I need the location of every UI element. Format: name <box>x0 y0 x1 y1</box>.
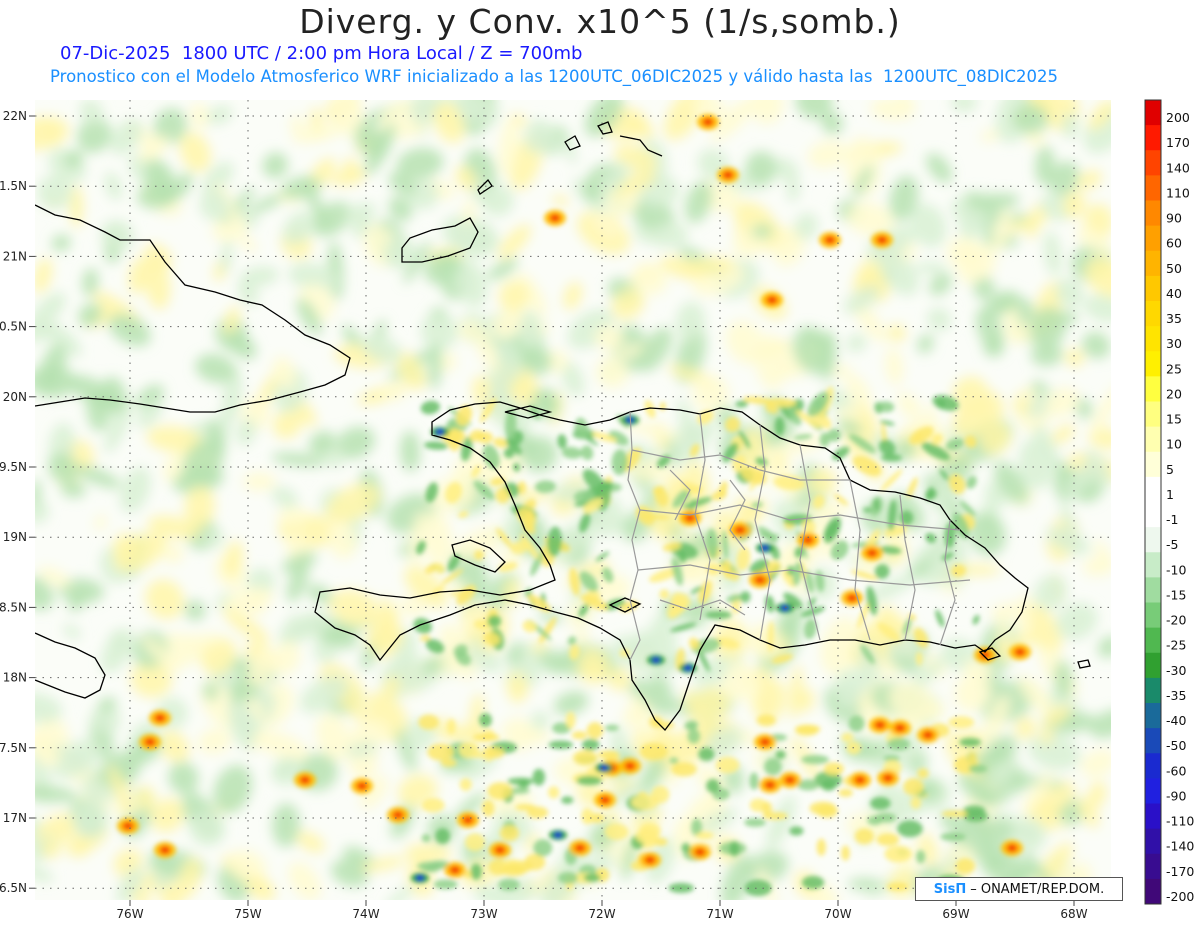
colorbar-swatch <box>1145 778 1161 804</box>
lat-label: 9.5N <box>0 460 27 474</box>
colorbar-swatch <box>1145 426 1161 453</box>
colorbar-swatch <box>1145 125 1161 151</box>
colorbar-label: 30 <box>1166 336 1182 351</box>
colorbar-swatch <box>1145 853 1161 880</box>
lat-label: 20N <box>3 390 27 404</box>
colorbar-label: -140 <box>1166 839 1194 854</box>
colorbar-label: -90 <box>1166 788 1186 803</box>
colorbar-label: -35 <box>1166 688 1186 703</box>
lon-label: 72W <box>588 907 615 921</box>
credit-box: SisΠ – ONAMET/REP.DOM. <box>915 877 1123 901</box>
lat-label: 22N <box>3 109 27 123</box>
colorbar-label: 140 <box>1166 160 1190 175</box>
colorbar-label: -1 <box>1166 512 1178 527</box>
colorbar-swatch <box>1145 275 1161 302</box>
colorbar-label: 35 <box>1166 311 1182 326</box>
colorbar-swatch <box>1145 150 1161 176</box>
sisp-logo: SisΠ <box>933 881 967 897</box>
colorbar-swatch <box>1145 326 1161 352</box>
colorbar-swatch <box>1145 476 1161 503</box>
lat-label: 1.5N <box>0 179 27 193</box>
lat-label: 8.5N <box>0 600 27 614</box>
colorbar-swatch <box>1145 376 1161 402</box>
lat-label: 19N <box>3 530 27 544</box>
colorbar-swatch <box>1145 803 1161 830</box>
colorbar-swatch <box>1145 100 1161 126</box>
lat-label: 17N <box>3 811 27 825</box>
colorbar-label: 50 <box>1166 261 1182 276</box>
divergence-map: 22N 1.5N 21N 0.5N 20N 9.5N 19N 8.5N 18N 7.5N 17N 6.… <box>0 99 1194 921</box>
colorbar-label: 200 <box>1166 110 1190 125</box>
colorbar-label: -20 <box>1166 613 1186 628</box>
lon-label: 73W <box>470 907 497 921</box>
colorbar-swatch <box>1145 627 1161 654</box>
colorbar-label: -30 <box>1166 663 1186 678</box>
colorbar-label: 5 <box>1166 462 1174 477</box>
colorbar-label: 110 <box>1166 185 1190 200</box>
colorbar-label: 90 <box>1166 211 1182 226</box>
colorbar-label: -10 <box>1166 562 1186 577</box>
colorbar-swatch <box>1145 703 1161 729</box>
colorbar-label: -110 <box>1166 814 1194 829</box>
colorbar-swatch <box>1145 602 1161 629</box>
colorbar-label: -60 <box>1166 763 1186 778</box>
colorbar-swatch <box>1145 301 1161 327</box>
colorbar-label: 10 <box>1166 437 1182 452</box>
colorbar-swatch <box>1145 828 1161 855</box>
colorbar-swatch <box>1145 250 1161 277</box>
colorbar-swatch <box>1145 527 1161 553</box>
lon-label: 69W <box>942 907 969 921</box>
colorbar-swatch <box>1145 577 1161 603</box>
colorbar-swatch <box>1145 451 1161 478</box>
colorbar-swatch <box>1145 175 1161 201</box>
lon-label: 74W <box>352 907 379 921</box>
lon-label: 76W <box>116 907 143 921</box>
lat-label: 6.5N <box>0 881 27 895</box>
colorbar-label: -40 <box>1166 713 1186 728</box>
lat-label: 0.5N <box>0 320 27 334</box>
colorbar-swatch <box>1145 652 1161 679</box>
colorbar-label: -200 <box>1166 889 1194 904</box>
colorbar-swatch <box>1145 225 1161 252</box>
lon-label: 75W <box>234 907 261 921</box>
colorbar-label: 1 <box>1166 487 1174 502</box>
colorbar-swatch <box>1145 552 1161 578</box>
colorbar-label: -5 <box>1166 537 1178 552</box>
colorbar-label: 25 <box>1166 361 1182 376</box>
colorbar-swatch <box>1145 728 1161 754</box>
colorbar: 200 170 140 110 90 60 50 40 35 30 25 20 15 10 5 1 -1 -5 -1… <box>1144 99 1194 905</box>
colorbar-label: 170 <box>1166 135 1190 150</box>
colorbar-label: -15 <box>1166 587 1186 602</box>
colorbar-swatch <box>1145 200 1161 227</box>
colorbar-swatch <box>1145 677 1161 704</box>
colorbar-label: 40 <box>1166 286 1182 301</box>
lat-label: 7.5N <box>0 741 27 755</box>
lon-label: 71W <box>706 907 733 921</box>
colorbar-label: -25 <box>1166 638 1186 653</box>
colorbar-label: 15 <box>1166 412 1182 427</box>
lon-label: 70W <box>824 907 851 921</box>
colorbar-label: -170 <box>1166 864 1194 879</box>
colorbar-swatch <box>1145 502 1161 528</box>
lat-label: 18N <box>3 671 27 685</box>
credit-text: – ONAMET/REP.DOM. <box>970 881 1105 897</box>
colorbar-label: 20 <box>1166 386 1182 401</box>
lon-label: 68W <box>1060 907 1087 921</box>
colorbar-label: -50 <box>1166 738 1186 753</box>
colorbar-swatch <box>1145 878 1161 905</box>
colorbar-swatch <box>1145 351 1161 377</box>
colorbar-label: 60 <box>1166 236 1182 251</box>
colorbar-swatch <box>1145 401 1161 428</box>
colorbar-swatch <box>1145 753 1161 779</box>
lat-label: 21N <box>3 249 27 263</box>
